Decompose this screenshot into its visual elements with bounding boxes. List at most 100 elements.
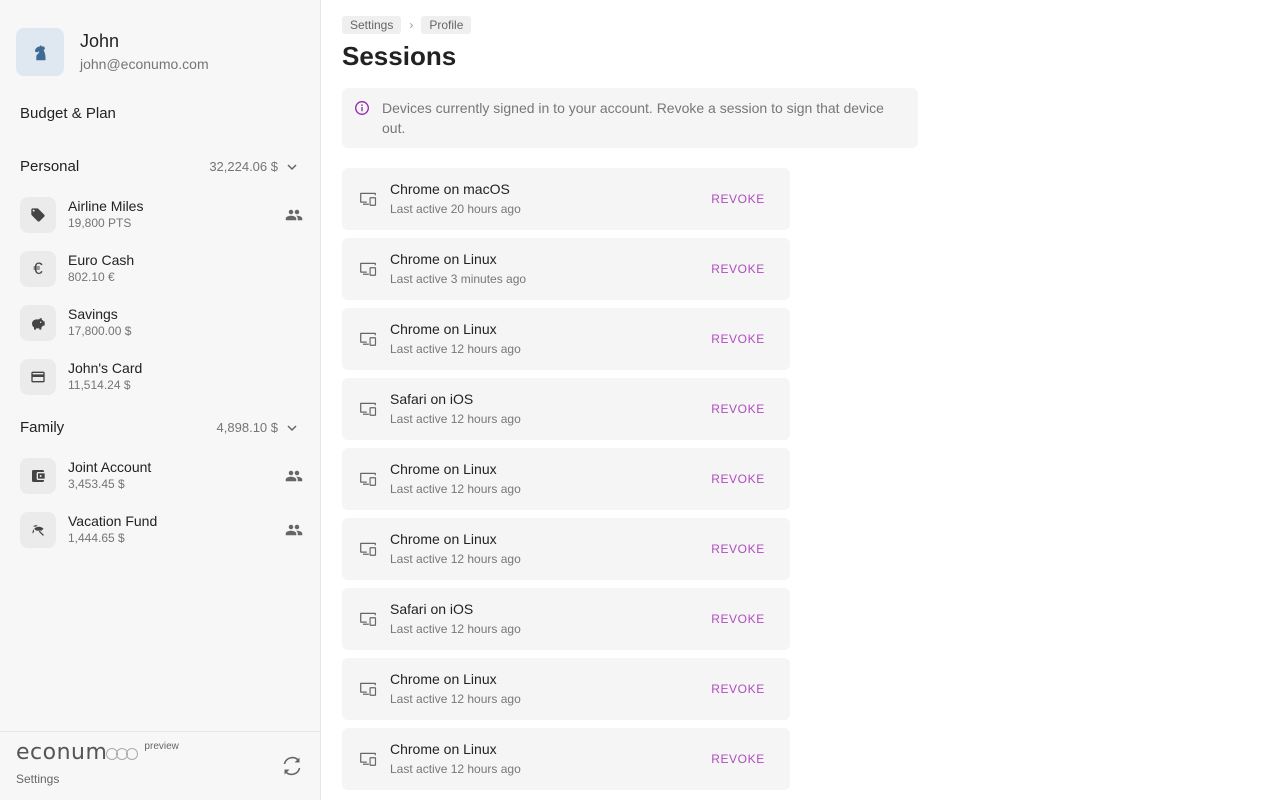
chess-knight-icon: [34, 45, 46, 61]
session-device: Chrome on Linux: [390, 671, 497, 687]
info-icon: [355, 101, 369, 115]
session-last-active: Last active 12 hours ago: [390, 692, 521, 706]
main-content: Settings › Profile Sessions Devices curr…: [321, 0, 1280, 800]
devices-icon: [358, 679, 378, 699]
preview-badge: preview: [144, 741, 179, 752]
session-last-active: Last active 20 hours ago: [390, 202, 521, 216]
revoke-button[interactable]: REVOKE: [702, 465, 774, 493]
info-banner: Devices currently signed in to your acco…: [342, 88, 918, 148]
group-name: Family: [20, 419, 65, 436]
session-row: Safari on iOS Last active 12 hours ago REV…: [342, 588, 790, 650]
session-row: Chrome on Linux Last active 3 minutes ago…: [342, 238, 790, 300]
account-item[interactable]: € Euro Cash 802.10 €: [20, 247, 304, 291]
user-profile[interactable]: John john@econumo.com: [16, 28, 209, 76]
account-item[interactable]: Vacation Fund 1,444.65 $: [20, 508, 304, 552]
session-row: Safari on iOS Last active 12 hours ago REV…: [342, 378, 790, 440]
sidebar: John john@econumo.com Budget & Plan Pers…: [0, 0, 321, 800]
revoke-button[interactable]: REVOKE: [702, 605, 774, 633]
account-name: Airline Miles: [68, 198, 144, 214]
shared-users-icon: [284, 205, 304, 225]
revoke-button[interactable]: REVOKE: [702, 325, 774, 353]
beach-umbrella-icon: [20, 512, 56, 548]
session-row: Chrome on Linux Last active 12 hours ago R…: [342, 728, 790, 790]
account-item[interactable]: Joint Account 3,453.45 $: [20, 454, 304, 498]
session-last-active: Last active 3 minutes ago: [390, 272, 527, 286]
account-group-family[interactable]: Family 4,898.10 $: [20, 419, 300, 436]
group-total: 32,224.06 $: [209, 159, 278, 174]
account-balance: 3,453.45 $: [68, 477, 125, 491]
group-total: 4,898.10 $: [216, 420, 278, 435]
session-device: Chrome on Linux: [390, 461, 497, 477]
user-email: john@econumo.com: [80, 56, 209, 72]
account-balance: 17,800.00 $: [68, 324, 132, 338]
session-last-active: Last active 12 hours ago: [390, 342, 521, 356]
devices-icon: [358, 189, 378, 209]
breadcrumb-profile[interactable]: Profile: [421, 16, 472, 34]
account-item[interactable]: John's Card 11,514.24 $: [20, 355, 304, 399]
logo-circles-icon: [106, 748, 139, 760]
session-row: Chrome on Linux Last active 12 hours ago R…: [342, 658, 790, 720]
account-balance: 802.10 €: [68, 270, 115, 284]
shared-users-icon: [284, 466, 304, 486]
revoke-button[interactable]: REVOKE: [702, 675, 774, 703]
revoke-button[interactable]: REVOKE: [702, 745, 774, 773]
logo-text: econum: [16, 740, 108, 765]
session-row: Chrome on Linux Last active 12 hours ago R…: [342, 448, 790, 510]
revoke-button[interactable]: REVOKE: [702, 255, 774, 283]
session-row: Chrome on Linux Last active 12 hours ago R…: [342, 518, 790, 580]
revoke-button[interactable]: REVOKE: [702, 535, 774, 563]
chevron-right-icon: ›: [409, 18, 414, 32]
chevron-down-icon[interactable]: [284, 159, 300, 175]
account-name: Savings: [68, 306, 118, 322]
wallet-icon: [20, 458, 56, 494]
euro-icon: €: [20, 251, 56, 287]
info-text: Devices currently signed in to your acco…: [382, 100, 884, 136]
account-name: Vacation Fund: [68, 513, 158, 529]
session-last-active: Last active 12 hours ago: [390, 622, 521, 636]
session-row: Chrome on Linux Last active 12 hours ago R…: [342, 308, 790, 370]
revoke-button[interactable]: REVOKE: [702, 395, 774, 423]
account-item[interactable]: Savings 17,800.00 $: [20, 301, 304, 345]
chevron-down-icon[interactable]: [284, 420, 300, 436]
avatar: [16, 28, 64, 76]
devices-icon: [358, 399, 378, 419]
devices-icon: [358, 259, 378, 279]
session-last-active: Last active 12 hours ago: [390, 412, 521, 426]
session-row: Chrome on macOS Last active 20 hours ago R…: [342, 168, 790, 230]
shared-users-icon: [284, 520, 304, 540]
devices-icon: [358, 539, 378, 559]
credit-card-icon: [20, 359, 56, 395]
account-name: Joint Account: [68, 459, 152, 475]
page-title: Sessions: [342, 41, 457, 71]
session-last-active: Last active 12 hours ago: [390, 482, 521, 496]
account-name: Euro Cash: [68, 252, 135, 268]
session-device: Chrome on Linux: [390, 251, 497, 267]
session-device: Chrome on Linux: [390, 531, 497, 547]
user-name: John: [80, 31, 120, 51]
account-name: John's Card: [68, 360, 143, 376]
settings-link[interactable]: Settings: [16, 772, 59, 786]
sidebar-footer: econum preview Settings: [0, 731, 320, 800]
account-item[interactable]: Airline Miles 19,800 PTS: [20, 193, 304, 237]
revoke-button[interactable]: REVOKE: [702, 185, 774, 213]
tag-icon: [20, 197, 56, 233]
session-last-active: Last active 12 hours ago: [390, 552, 521, 566]
devices-icon: [358, 329, 378, 349]
account-balance: 11,514.24 $: [68, 378, 131, 392]
devices-icon: [358, 749, 378, 769]
refresh-icon: [283, 756, 301, 776]
account-balance: 19,800 PTS: [68, 216, 132, 230]
piggy-bank-icon: [20, 305, 56, 341]
session-last-active: Last active 12 hours ago: [390, 762, 521, 776]
session-device: Chrome on Linux: [390, 321, 497, 337]
session-device: Safari on iOS: [390, 601, 474, 617]
devices-icon: [358, 469, 378, 489]
session-device: Chrome on Linux: [390, 741, 497, 757]
group-name: Personal: [20, 158, 80, 175]
account-group-personal[interactable]: Personal 32,224.06 $: [20, 158, 300, 175]
budget-plan-link[interactable]: Budget & Plan: [20, 105, 116, 122]
session-device: Safari on iOS: [390, 391, 474, 407]
sync-button[interactable]: [278, 752, 306, 780]
breadcrumb-settings[interactable]: Settings: [342, 16, 402, 34]
devices-icon: [358, 609, 378, 629]
